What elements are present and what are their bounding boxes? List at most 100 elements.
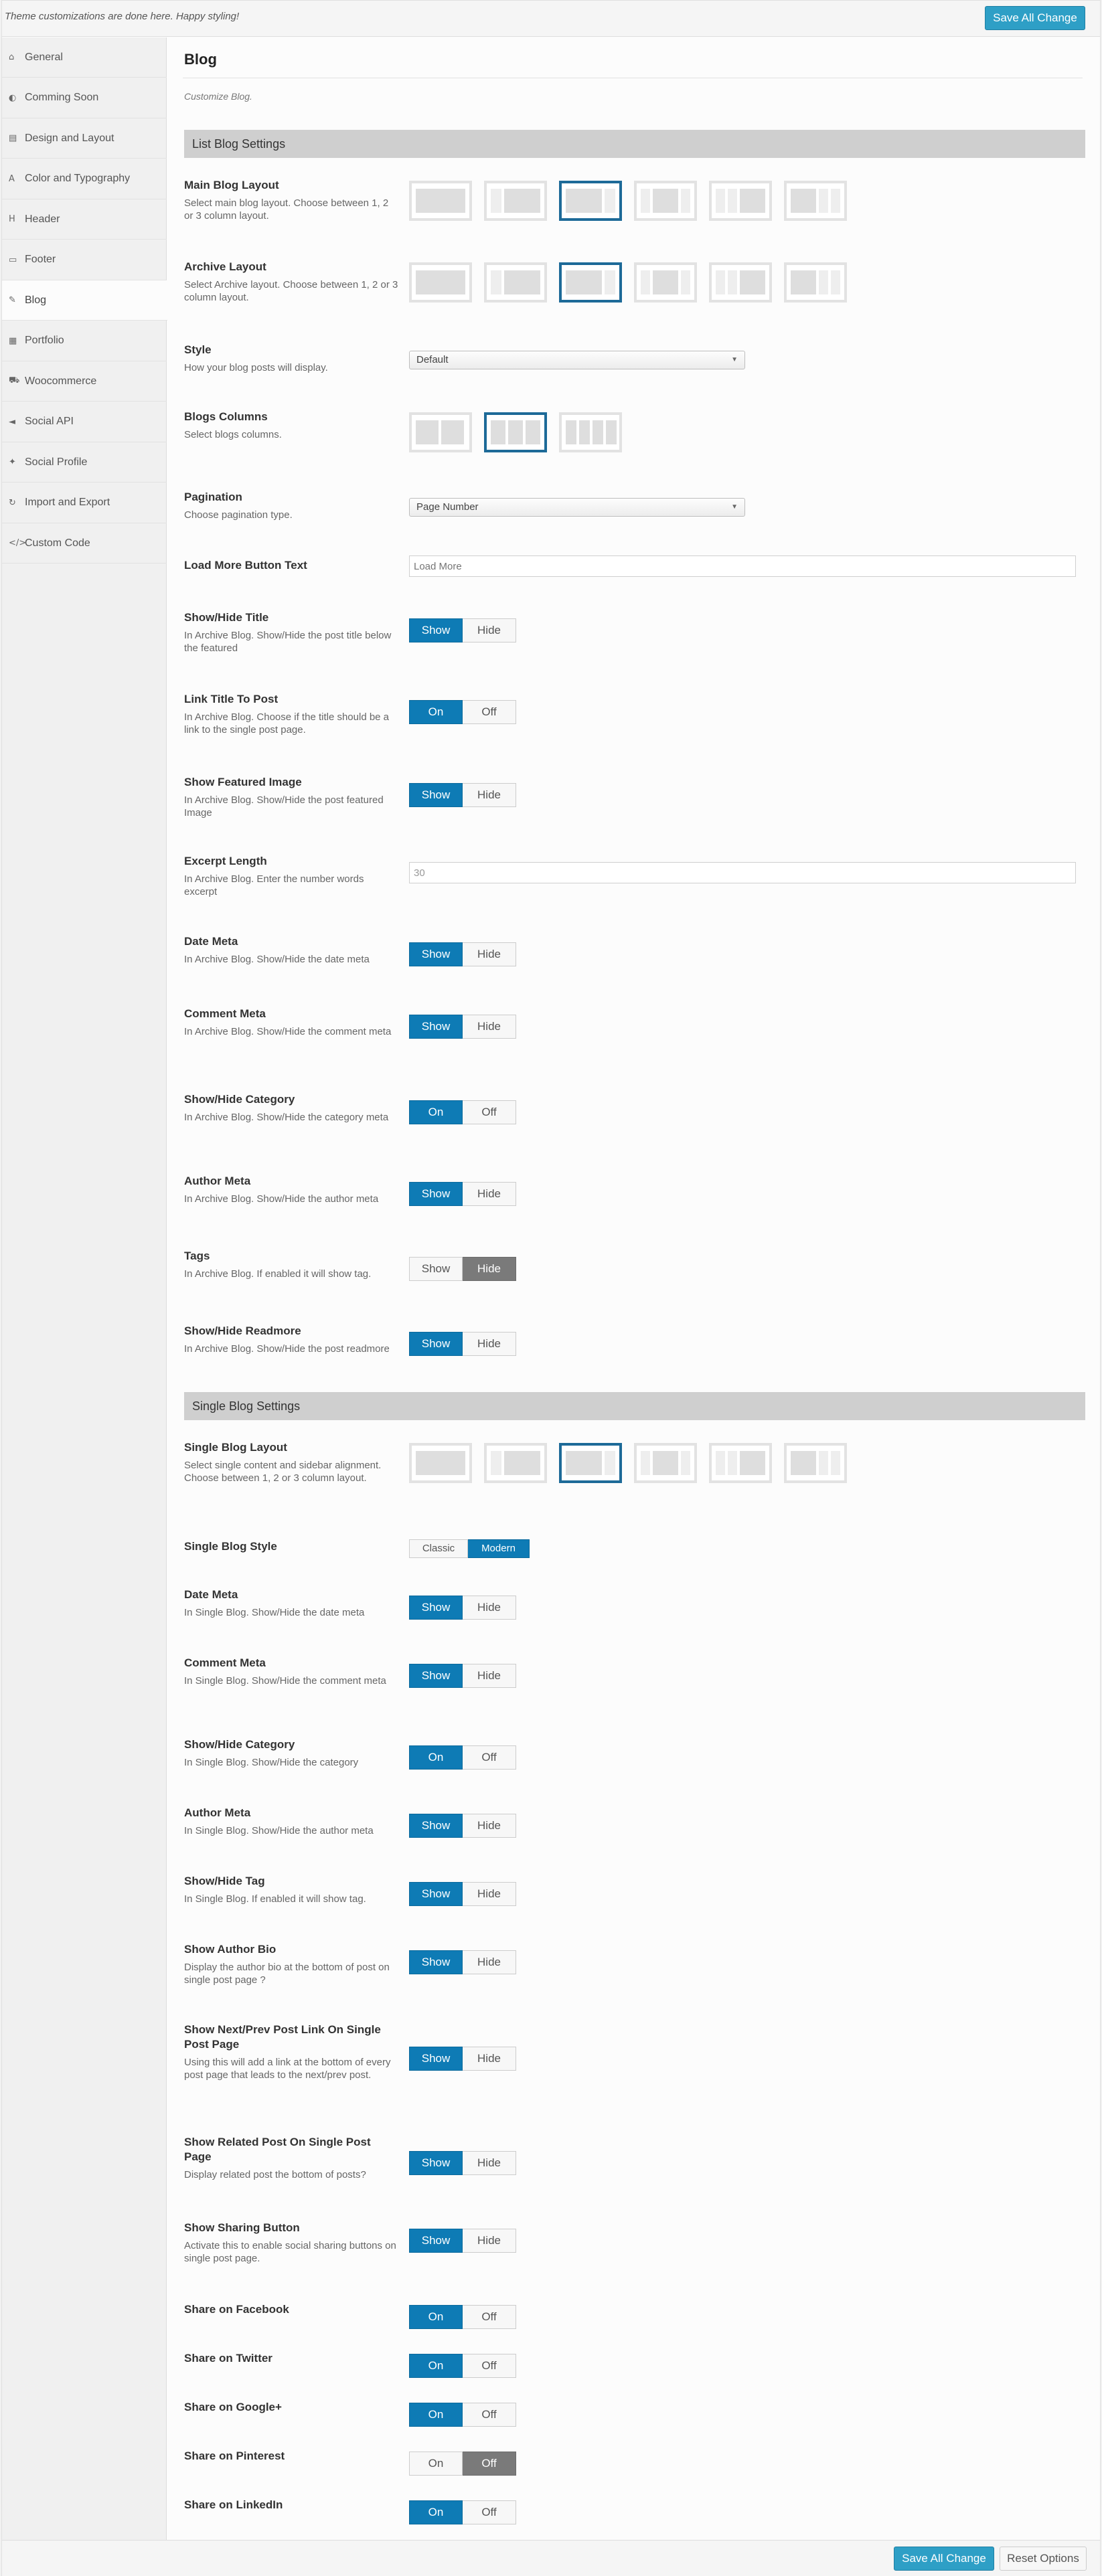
show-title-hide-button[interactable]: Hide	[463, 618, 516, 642]
list-tags-show-button[interactable]: Show	[409, 1257, 463, 1281]
link-title-on-button[interactable]: On	[409, 700, 463, 724]
sidebar-item-footer[interactable]: ▭ Footer	[2, 240, 167, 280]
layout-column-shape	[791, 1451, 816, 1475]
pagination-select[interactable]: Page Number ▼	[409, 498, 745, 517]
main-layout-option-1[interactable]	[409, 181, 472, 221]
single-layout-option-6[interactable]	[784, 1443, 847, 1483]
archive-layout-option-6[interactable]	[784, 262, 847, 303]
single-layout-option-2[interactable]	[484, 1443, 547, 1483]
list-author-meta-hide-button[interactable]: Hide	[463, 1182, 516, 1206]
single-tag-hide-button[interactable]: Hide	[463, 1882, 516, 1906]
sidebar-item-header[interactable]: H Header	[2, 199, 167, 240]
list-date-meta-hide-button[interactable]: Hide	[463, 942, 516, 966]
list-author-meta-show-button[interactable]: Show	[409, 1182, 463, 1206]
show-title-show-button[interactable]: Show	[409, 618, 463, 642]
sidebar-item-color-and-typography[interactable]: A Color and Typography	[2, 159, 167, 199]
link-title-off-button[interactable]: Off	[463, 700, 516, 724]
single-layout-option-5[interactable]	[709, 1443, 772, 1483]
sidebar-item-design-and-layout[interactable]: ▤ Design and Layout	[2, 118, 167, 159]
single-category-on-button[interactable]: On	[409, 1745, 463, 1770]
layout-column-shape	[416, 189, 465, 213]
related-post-hide-button[interactable]: Hide	[463, 2151, 516, 2175]
main-layout-option-4[interactable]	[634, 181, 697, 221]
single-layout-option-4[interactable]	[634, 1443, 697, 1483]
excerpt-length-input[interactable]	[409, 862, 1076, 883]
share-twitter-on-button[interactable]: On	[409, 2354, 463, 2378]
author-bio-show-button[interactable]: Show	[409, 1950, 463, 1974]
featured-image-show-button[interactable]: Show	[409, 783, 463, 807]
blog-columns-option-2[interactable]	[484, 412, 547, 452]
main-layout-option-6[interactable]	[784, 181, 847, 221]
single-layout-option-1[interactable]	[409, 1443, 472, 1483]
main-layout-option-5[interactable]	[709, 181, 772, 221]
related-post-show-button[interactable]: Show	[409, 2151, 463, 2175]
list-category-off-button[interactable]: Off	[463, 1100, 516, 1124]
layout-column-shape	[566, 270, 602, 294]
layout-column-shape	[416, 270, 465, 294]
share-linkedin-on-button[interactable]: On	[409, 2500, 463, 2524]
main-layout-option-3[interactable]	[559, 181, 622, 221]
list-date-meta-show-button[interactable]: Show	[409, 942, 463, 966]
save-all-button-bottom[interactable]: Save All Change	[894, 2547, 994, 2571]
setting-label: Show/Hide Title In Archive Blog. Show/Hid…	[184, 610, 398, 655]
layout-column-shape	[416, 1451, 465, 1475]
save-all-button-top[interactable]: Save All Change	[985, 6, 1085, 30]
load-more-input[interactable]	[409, 555, 1076, 577]
single-layout-option-3[interactable]	[559, 1443, 622, 1483]
list-tags-hide-button[interactable]: Hide	[463, 1257, 516, 1281]
share-twitter-off-button[interactable]: Off	[463, 2354, 516, 2378]
sharing-button-show-button[interactable]: Show	[409, 2229, 463, 2253]
archive-layout-option-1[interactable]	[409, 262, 472, 303]
share-pinterest-on-button[interactable]: On	[409, 2452, 463, 2476]
list-comment-meta-show-button[interactable]: Show	[409, 1015, 463, 1039]
sidebar-item-portfolio[interactable]: ▦ Portfolio	[2, 321, 167, 361]
list-tags-button-group: Show Hide	[409, 1257, 516, 1281]
single-tag-show-button[interactable]: Show	[409, 1882, 463, 1906]
single-author-meta-show-button[interactable]: Show	[409, 1814, 463, 1838]
single-comment-meta-show-button[interactable]: Show	[409, 1664, 463, 1688]
layout-column-shape	[681, 270, 690, 294]
sidebar-item-social-profile[interactable]: ✦ Social Profile	[2, 442, 167, 483]
share-pinterest-off-button[interactable]: Off	[463, 2452, 516, 2476]
sidebar-item-woocommerce[interactable]: ⛟ Woocommerce	[2, 361, 167, 402]
single-date-meta-show-button[interactable]: Show	[409, 1596, 463, 1620]
setting-label: Blogs Columns Select blogs columns.	[184, 410, 398, 441]
single-style-modern-button[interactable]: Modern	[468, 1539, 530, 1558]
single-comment-meta-hide-button[interactable]: Hide	[463, 1664, 516, 1688]
list-comment-meta-hide-button[interactable]: Hide	[463, 1015, 516, 1039]
sidebar-item-import-and-export[interactable]: ↻ Import and Export	[2, 483, 167, 523]
sidebar-item-blog[interactable]: ✎ Blog	[2, 280, 167, 321]
next-prev-link-hide-button[interactable]: Hide	[463, 2047, 516, 2071]
single-style-button-group: Classic Modern	[409, 1539, 530, 1563]
sharing-button-hide-button[interactable]: Hide	[463, 2229, 516, 2253]
list-category-on-button[interactable]: On	[409, 1100, 463, 1124]
style-select[interactable]: Default ▼	[409, 351, 745, 369]
archive-layout-option-3[interactable]	[559, 262, 622, 303]
share-linkedin-off-button[interactable]: Off	[463, 2500, 516, 2524]
list-readmore-show-button[interactable]: Show	[409, 1332, 463, 1356]
list-readmore-hide-button[interactable]: Hide	[463, 1332, 516, 1356]
single-style-classic-button[interactable]: Classic	[409, 1539, 468, 1558]
sidebar-item-comming-soon[interactable]: ◐ Comming Soon	[2, 78, 167, 118]
archive-layout-option-5[interactable]	[709, 262, 772, 303]
single-date-meta-hide-button[interactable]: Hide	[463, 1596, 516, 1620]
single-author-meta-hide-button[interactable]: Hide	[463, 1814, 516, 1838]
share-googleplus-on-button[interactable]: On	[409, 2403, 463, 2427]
sidebar-item-social-api[interactable]: ◄ Social API	[2, 402, 167, 442]
author-bio-hide-button[interactable]: Hide	[463, 1950, 516, 1974]
single-category-off-button[interactable]: Off	[463, 1745, 516, 1770]
featured-image-hide-button[interactable]: Hide	[463, 783, 516, 807]
next-prev-link-show-button[interactable]: Show	[409, 2047, 463, 2071]
share-facebook-on-button[interactable]: On	[409, 2305, 463, 2329]
blog-columns-option-1[interactable]	[409, 412, 472, 452]
sidebar-item-custom-code[interactable]: </> Custom Code	[2, 523, 167, 564]
share-facebook-off-button[interactable]: Off	[463, 2305, 516, 2329]
sidebar-item-general[interactable]: ⌂ General	[2, 37, 167, 78]
reset-options-button[interactable]: Reset Options	[1000, 2547, 1087, 2571]
blog-columns-option-3[interactable]	[559, 412, 622, 452]
archive-layout-option-4[interactable]	[634, 262, 697, 303]
main-layout-option-2[interactable]	[484, 181, 547, 221]
archive-layout-option-2[interactable]	[484, 262, 547, 303]
share-googleplus-off-button[interactable]: Off	[463, 2403, 516, 2427]
setting-description: Select Archive layout. Choose between 1,…	[184, 279, 398, 303]
